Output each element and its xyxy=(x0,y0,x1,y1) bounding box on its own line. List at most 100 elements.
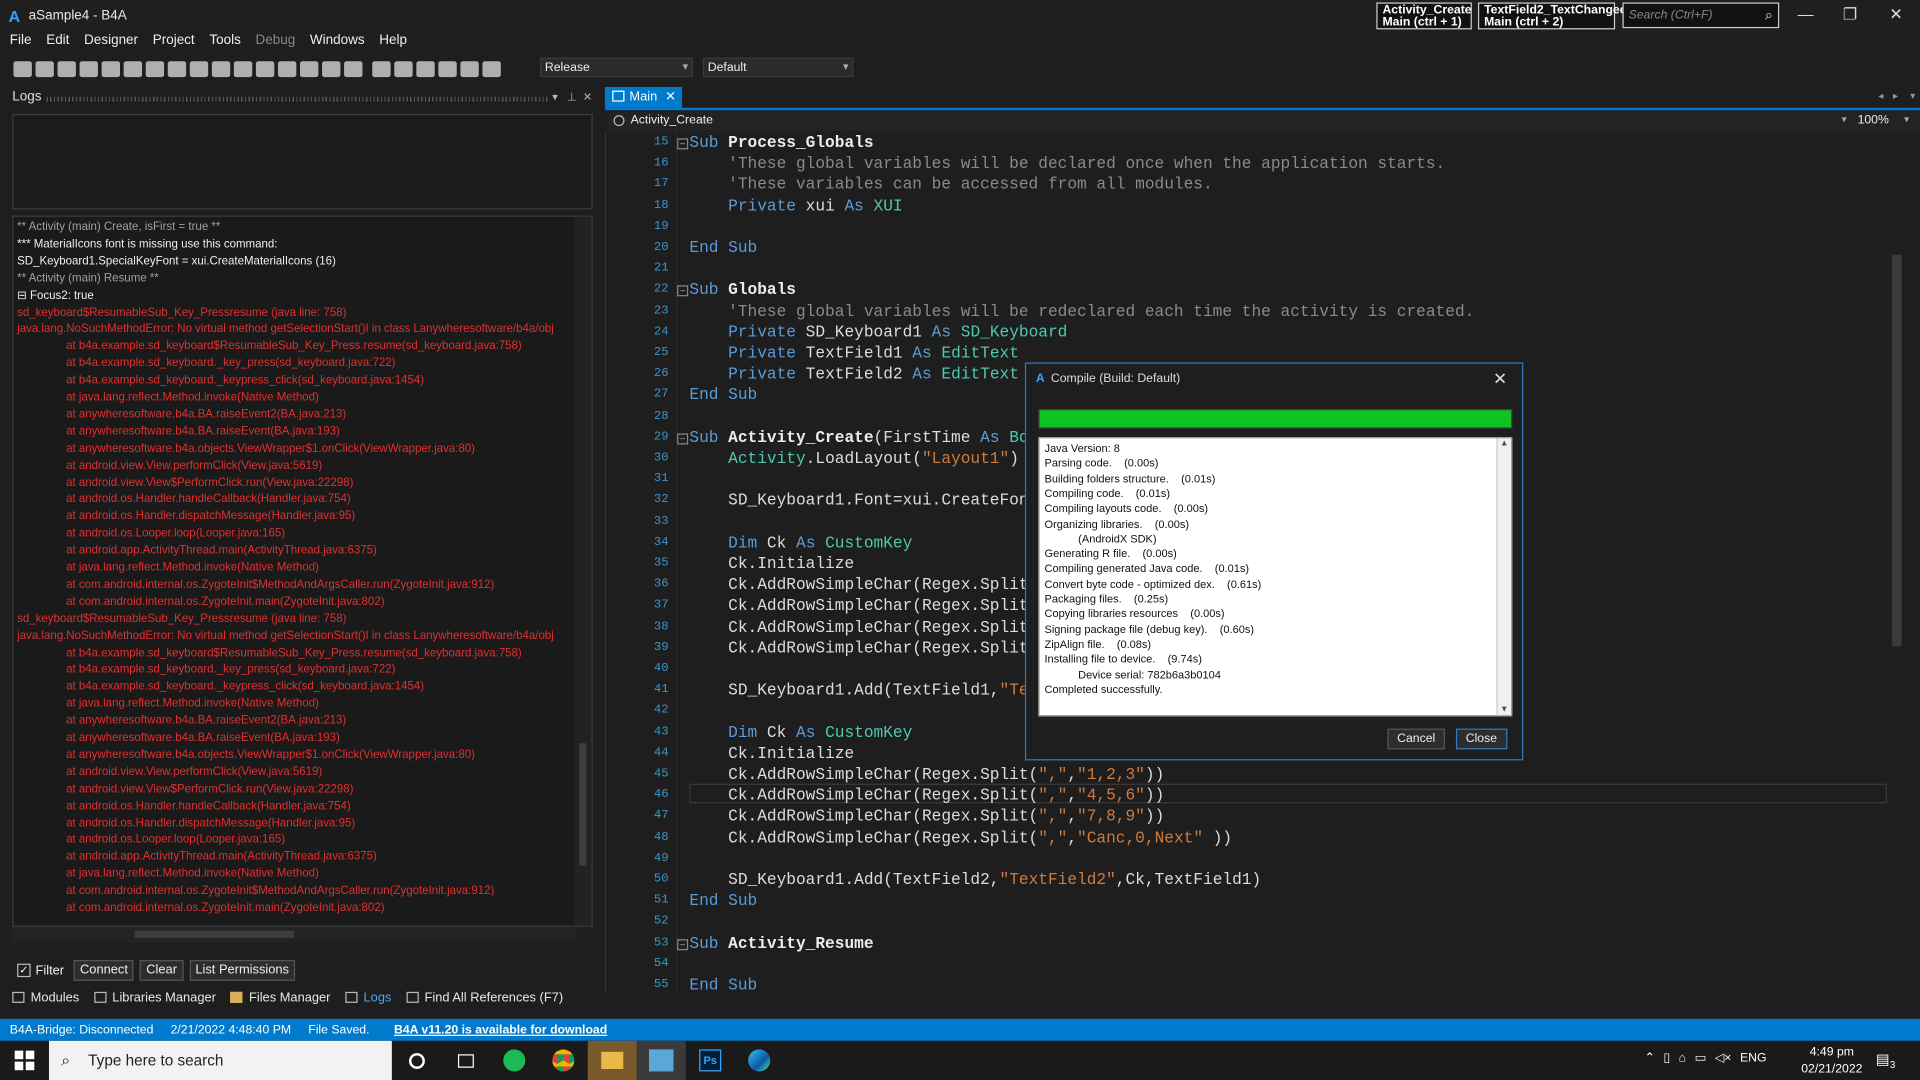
code-line[interactable]: Private xui As XUI xyxy=(689,197,902,215)
close-button[interactable]: Close xyxy=(1455,728,1507,750)
scroll-left-icon[interactable]: ◂ xyxy=(1878,91,1883,102)
b4a-taskbar-icon[interactable] xyxy=(636,1040,686,1080)
tab-files-manager[interactable]: Files Manager xyxy=(230,991,330,1011)
filter-checkbox[interactable]: ✓ xyxy=(17,963,31,978)
dialog-close-icon[interactable]: ✕ xyxy=(1493,369,1507,390)
clear-button[interactable]: Clear xyxy=(140,960,184,981)
code-line[interactable]: SD_Keyboard1.Font=xui.CreateFont xyxy=(689,492,1038,510)
scroll-right-icon[interactable]: ▸ xyxy=(1893,91,1898,102)
refresh-icon[interactable] xyxy=(482,60,501,77)
build-config-select[interactable]: Release xyxy=(540,57,694,78)
expand-icon[interactable]: ⊟ xyxy=(17,287,30,300)
new-project-icon[interactable] xyxy=(13,60,32,77)
tab-find-all-references[interactable]: Find All References (F7) xyxy=(406,991,563,1011)
run-icon[interactable] xyxy=(372,60,391,77)
sub-dropdown-icon[interactable]: ▾ xyxy=(1842,114,1847,125)
tab-list-icon[interactable]: ▾ xyxy=(1910,91,1915,102)
code-line[interactable]: Sub Process_Globals xyxy=(689,133,873,151)
tab-libraries-manager[interactable]: Libraries Manager xyxy=(93,991,216,1011)
chrome-icon[interactable] xyxy=(539,1041,588,1080)
compile-output[interactable]: ▲ ▼ Java Version: 8 Parsing code. (0.00s)… xyxy=(1038,437,1513,717)
code-line[interactable]: Private TextField2 As EditText xyxy=(689,365,1019,383)
zoom-select[interactable]: 100% xyxy=(1858,114,1889,127)
language-indicator[interactable]: ENG xyxy=(1740,1052,1767,1080)
step-out-icon[interactable] xyxy=(438,60,457,77)
minimize-icon[interactable]: — xyxy=(1798,5,1814,23)
cut-icon[interactable] xyxy=(123,60,143,77)
menu-edit[interactable]: Edit xyxy=(46,33,69,55)
menu-help[interactable]: Help xyxy=(379,33,407,55)
code-line[interactable]: Activity.LoadLayout("Layout1") xyxy=(689,449,1019,467)
bookmark-icon[interactable] xyxy=(211,60,231,77)
editor-scrollbar[interactable] xyxy=(1888,132,1906,992)
code-line[interactable]: Ck.AddRowSimpleChar(Regex.Split(",","7,8… xyxy=(689,807,1164,825)
sub-navigator[interactable]: Activity_Create ▾ 100% ▾ xyxy=(607,111,1920,132)
stop-icon[interactable] xyxy=(460,60,479,77)
code-line[interactable]: End Sub xyxy=(689,239,757,257)
tab-close-icon[interactable]: ✕ xyxy=(665,89,676,104)
file-explorer-icon[interactable] xyxy=(587,1040,637,1080)
panel-grip[interactable] xyxy=(46,96,549,102)
menu-debug[interactable]: Debug xyxy=(256,33,296,55)
code-line[interactable]: Ck.Initialize xyxy=(689,555,854,573)
paste-icon[interactable] xyxy=(145,60,165,77)
code-line[interactable]: Ck.AddRowSimpleChar(Regex.Split(",","4,5… xyxy=(689,786,1164,804)
task-view-icon[interactable] xyxy=(441,1041,490,1080)
menu-file[interactable]: File xyxy=(10,33,32,55)
code-line[interactable]: Sub Activity_Resume xyxy=(689,934,873,952)
restore-icon[interactable]: ❐ xyxy=(1843,5,1857,25)
search-input[interactable]: Search (Ctrl+F) ⌕ xyxy=(1622,2,1780,29)
code-line[interactable]: Dim Ck As CustomKey xyxy=(689,723,912,741)
spotify-icon[interactable] xyxy=(490,1041,539,1080)
copy-icon[interactable] xyxy=(101,60,121,77)
cancel-button[interactable]: Cancel xyxy=(1387,728,1446,750)
open-folder-icon[interactable] xyxy=(35,60,54,77)
fold-toggle-icon[interactable]: − xyxy=(677,433,689,445)
taskbar-search-input[interactable]: ⌕ Type here to search xyxy=(48,1040,392,1080)
code-line[interactable]: Ck.AddRowSimpleChar(Regex.Split(",","Can… xyxy=(689,828,1232,846)
edge-icon[interactable] xyxy=(735,1041,784,1080)
tab-main[interactable]: Main ✕ xyxy=(604,86,683,108)
logs-output[interactable]: ** Activity (main) Create, isFirst = tru… xyxy=(12,215,593,927)
quicknav-textfield2[interactable]: TextField2_TextChanged Main (ctrl + 2) xyxy=(1477,2,1627,30)
scroll-down-icon[interactable]: ▼ xyxy=(1500,705,1508,714)
code-line[interactable]: End Sub xyxy=(689,976,757,992)
code-line[interactable]: Ck.Initialize xyxy=(689,744,854,762)
tab-modules[interactable]: Modules xyxy=(12,991,79,1011)
logs-scrollbar[interactable] xyxy=(574,216,592,926)
navigate-forward-icon[interactable] xyxy=(255,60,275,77)
menu-tools[interactable]: Tools xyxy=(209,33,240,55)
code-line[interactable]: 'These variables can be accessed from al… xyxy=(689,176,1213,194)
fold-toggle-icon[interactable]: − xyxy=(677,138,689,150)
menu-windows[interactable]: Windows xyxy=(310,33,365,55)
close-icon[interactable]: ✕ xyxy=(1889,5,1902,25)
search-icon[interactable]: ⌕ xyxy=(1765,6,1773,24)
list-permissions-button[interactable]: List Permissions xyxy=(189,960,296,981)
pin-icon[interactable]: ⊥ xyxy=(567,91,577,104)
code-line[interactable]: Sub Globals xyxy=(689,281,796,299)
notification-icon[interactable]: ▤3 xyxy=(1876,1041,1895,1080)
logs-horizontal-scrollbar[interactable] xyxy=(12,926,576,943)
navigate-back-icon[interactable] xyxy=(233,60,253,77)
fold-toggle-icon[interactable]: − xyxy=(677,938,689,950)
clock[interactable]: 4:49 pm 02/21/2022 xyxy=(1800,1041,1864,1080)
code-line[interactable]: 'These global variables will be redeclar… xyxy=(689,302,1474,320)
display-icon[interactable]: ▭ xyxy=(1695,1052,1707,1080)
tray-expand-icon[interactable]: ⌃ xyxy=(1645,1052,1655,1080)
code-line[interactable]: Ck.AddRowSimpleChar(Regex.Split(",","1,2… xyxy=(689,765,1164,783)
panel-dropdown-icon[interactable]: ▾ xyxy=(552,91,558,104)
save-icon[interactable] xyxy=(57,60,76,77)
usb-icon[interactable]: ▯ xyxy=(1663,1052,1670,1080)
code-line[interactable]: 'These global variables will be declared… xyxy=(689,155,1445,173)
panel-close-icon[interactable]: ✕ xyxy=(583,91,592,104)
code-line[interactable]: End Sub xyxy=(689,386,757,404)
code-line[interactable]: Private TextField1 As EditText xyxy=(689,344,1019,362)
fold-toggle-icon[interactable]: − xyxy=(677,285,689,297)
code-line[interactable]: End Sub xyxy=(689,892,757,910)
block-icon[interactable] xyxy=(322,60,341,77)
step-over-icon[interactable] xyxy=(394,60,413,77)
layout-icon[interactable] xyxy=(344,60,363,77)
update-link[interactable]: B4A v11.20 is available for download xyxy=(394,1023,607,1036)
redo-icon[interactable] xyxy=(189,60,209,77)
menu-designer[interactable]: Designer xyxy=(84,33,138,55)
